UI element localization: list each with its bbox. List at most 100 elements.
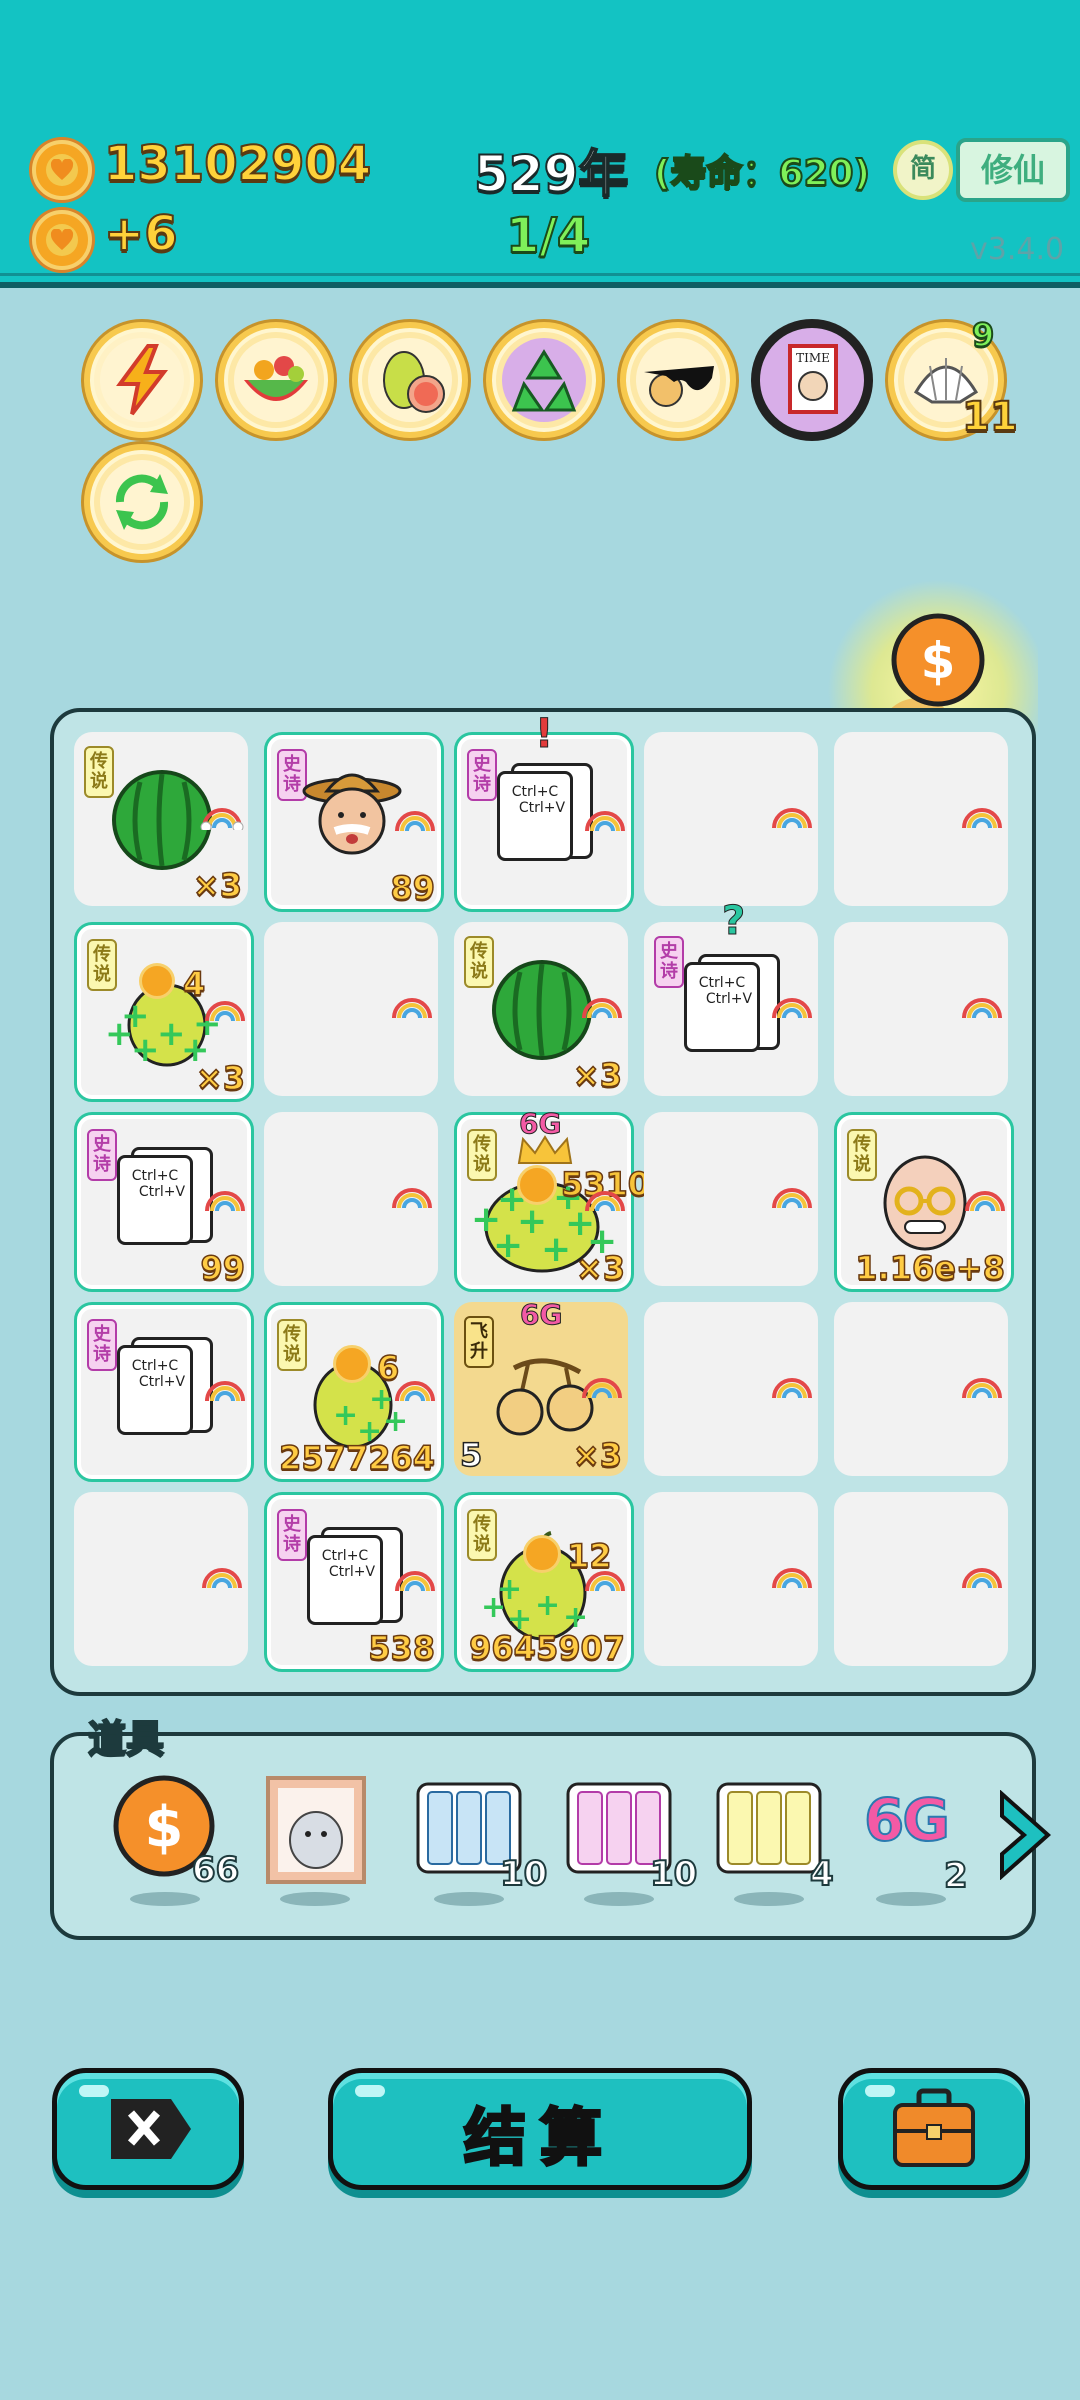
shell-skill-badge: 9 <box>971 315 995 355</box>
chevron-right-icon[interactable] <box>996 1790 1052 1880</box>
board-cell[interactable] <box>644 1302 818 1476</box>
fruit-basket-skill-icon[interactable] <box>218 322 334 438</box>
rainbow-icon <box>962 1568 1002 1589</box>
board-cell[interactable] <box>644 1492 818 1666</box>
rainbow-icon <box>772 998 812 1019</box>
board-cell[interactable]: 传说 ×3 <box>74 732 248 906</box>
close-tag-icon <box>111 2099 191 2159</box>
board-cell[interactable]: 传说 1.16e+8 <box>834 1112 1014 1292</box>
item-count: 2577264 <box>278 1438 435 1478</box>
recycle-skill-icon[interactable] <box>486 322 602 438</box>
rainbow-icon <box>585 811 625 832</box>
board-cell[interactable]: 史诗 Ctrl+C Ctrl+V 99 <box>74 1112 254 1292</box>
epic-tag: 史诗 <box>87 1129 117 1181</box>
card-text: Ctrl+C <box>321 1548 369 1564</box>
item-count: 99 <box>200 1248 246 1288</box>
board-cell[interactable]: 传说 + + + + 6 2577264 <box>264 1302 444 1482</box>
dollar-coin-prop[interactable]: $ 66 <box>110 1772 240 1906</box>
card-text: Ctrl+C <box>131 1168 179 1184</box>
rainbow-icon <box>200 808 244 830</box>
legend-cards-prop[interactable]: 4 <box>714 1780 835 1906</box>
board-cell[interactable]: 传说 ×3 <box>454 922 628 1096</box>
rare-cards-prop[interactable]: 10 <box>414 1780 548 1906</box>
board-cell[interactable]: 史诗 Ctrl+C Ctrl+V <box>74 1302 254 1482</box>
copy-paste-cards-icon: Ctrl+C Ctrl+V <box>684 954 780 1062</box>
board-cell[interactable] <box>834 732 1008 906</box>
board-cell[interactable]: 传说 + + + + + + 4 ×3 <box>74 922 254 1102</box>
item-count: ×3 <box>195 1058 246 1098</box>
settle-button[interactable]: 结算 <box>328 2068 752 2190</box>
rainbow-icon <box>395 1381 435 1402</box>
card-text: Ctrl+V <box>138 1184 186 1200</box>
time-magazine-skill-icon[interactable]: TIME <box>754 322 870 438</box>
board-cell[interactable]: 史诗 89 <box>264 732 444 912</box>
watermelon-icon <box>492 960 592 1060</box>
close-button[interactable] <box>52 2068 244 2190</box>
rainbow-icon <box>395 1571 435 1592</box>
6g-badge: 6G <box>519 1298 563 1332</box>
svg-text:+: + <box>121 996 150 1036</box>
settle-label: 结算 <box>462 2100 616 2176</box>
gold-amount: 13102904 <box>103 135 372 193</box>
coin-value: 4 <box>182 964 206 1004</box>
rainbow-icon <box>962 1378 1002 1399</box>
item-count: ×3 <box>572 1435 623 1475</box>
board-cell[interactable]: 传说 6G + + + + + + + + 53105 ×3 <box>454 1107 673 1292</box>
svg-text:$: $ <box>145 1795 184 1860</box>
item-count: 1.16e+8 <box>855 1248 1006 1288</box>
husky-portrait-prop[interactable] <box>266 1776 366 1906</box>
rainbow-icon <box>965 1191 1005 1212</box>
refresh-skill-icon[interactable] <box>84 444 200 560</box>
board-cell[interactable]: 飞升 6G 5 ×3 <box>454 1298 628 1476</box>
board-cell[interactable] <box>644 1112 818 1286</box>
svg-text:+: + <box>497 1572 522 1607</box>
board-cell[interactable] <box>264 1112 438 1286</box>
board-cell[interactable] <box>74 1492 248 1666</box>
version-label: v3.4.0 <box>970 232 1065 267</box>
item-count: 538 <box>367 1628 435 1668</box>
prop-count: 4 <box>809 1853 835 1895</box>
board-cell[interactable]: 史诗 ? Ctrl+C Ctrl+V <box>644 898 818 1096</box>
farmer-face-icon <box>302 773 402 855</box>
simplified-toggle-button[interactable]: 简 <box>893 140 953 200</box>
board-cell[interactable] <box>834 922 1008 1096</box>
epic-cards-prop[interactable]: 10 <box>564 1780 698 1906</box>
board-cell[interactable] <box>834 1302 1008 1476</box>
rainbow-icon <box>392 1188 432 1209</box>
sunglasses-skill-icon[interactable] <box>620 322 736 438</box>
cultivate-button[interactable]: 修仙 <box>956 138 1070 202</box>
card-text: Ctrl+C <box>511 784 559 800</box>
watermelon-icon <box>112 770 212 870</box>
svg-text:TIME: TIME <box>796 351 830 365</box>
rainbow-icon <box>395 811 435 832</box>
item-count: ×3 <box>192 865 243 905</box>
board-cell[interactable] <box>644 732 818 906</box>
item-level: 5 <box>459 1435 483 1475</box>
props-title: 道具 <box>87 1716 165 1762</box>
year-label: 529年 <box>473 144 629 204</box>
pomelo-skill-icon[interactable] <box>352 322 468 438</box>
6g-prop[interactable]: 6G 2 <box>863 1785 974 1906</box>
prop-count: 10 <box>499 1853 548 1895</box>
briefcase-button[interactable] <box>838 2068 1030 2190</box>
heart-coin-icon <box>139 963 175 999</box>
board-cell[interactable]: 史诗 ! Ctrl+C Ctrl+V <box>454 711 634 912</box>
rainbow-icon <box>585 1191 625 1212</box>
legend-cards-icon <box>716 1782 822 1874</box>
game-board: 传说 ×3 史诗 89 史诗 ! Ctrl+C Ctrl+V 传说 + + + + + + … <box>50 708 1036 1696</box>
board-cell[interactable]: 史诗 Ctrl+C Ctrl+V 538 <box>264 1492 444 1672</box>
question-mark: ? <box>721 898 746 945</box>
board-cell[interactable]: 传说 + + + + + 12 9645907 <box>454 1492 634 1672</box>
6g-icon: 6G <box>863 1785 951 1855</box>
shell-skill-count: 11 <box>961 393 1019 441</box>
heart-coin-icon <box>32 140 92 200</box>
lifespan-label: (寿命：620) <box>653 152 871 195</box>
rainbow-icon <box>772 1378 812 1399</box>
prop-count: 66 <box>191 1849 240 1891</box>
rainbow-icon <box>772 1188 812 1209</box>
lightning-skill-icon[interactable] <box>84 322 200 438</box>
board-cell[interactable] <box>834 1492 1008 1666</box>
copy-paste-cards-icon: Ctrl+C Ctrl+V <box>497 763 593 871</box>
board-cell[interactable] <box>264 922 438 1096</box>
card-text: Ctrl+V <box>138 1374 186 1390</box>
